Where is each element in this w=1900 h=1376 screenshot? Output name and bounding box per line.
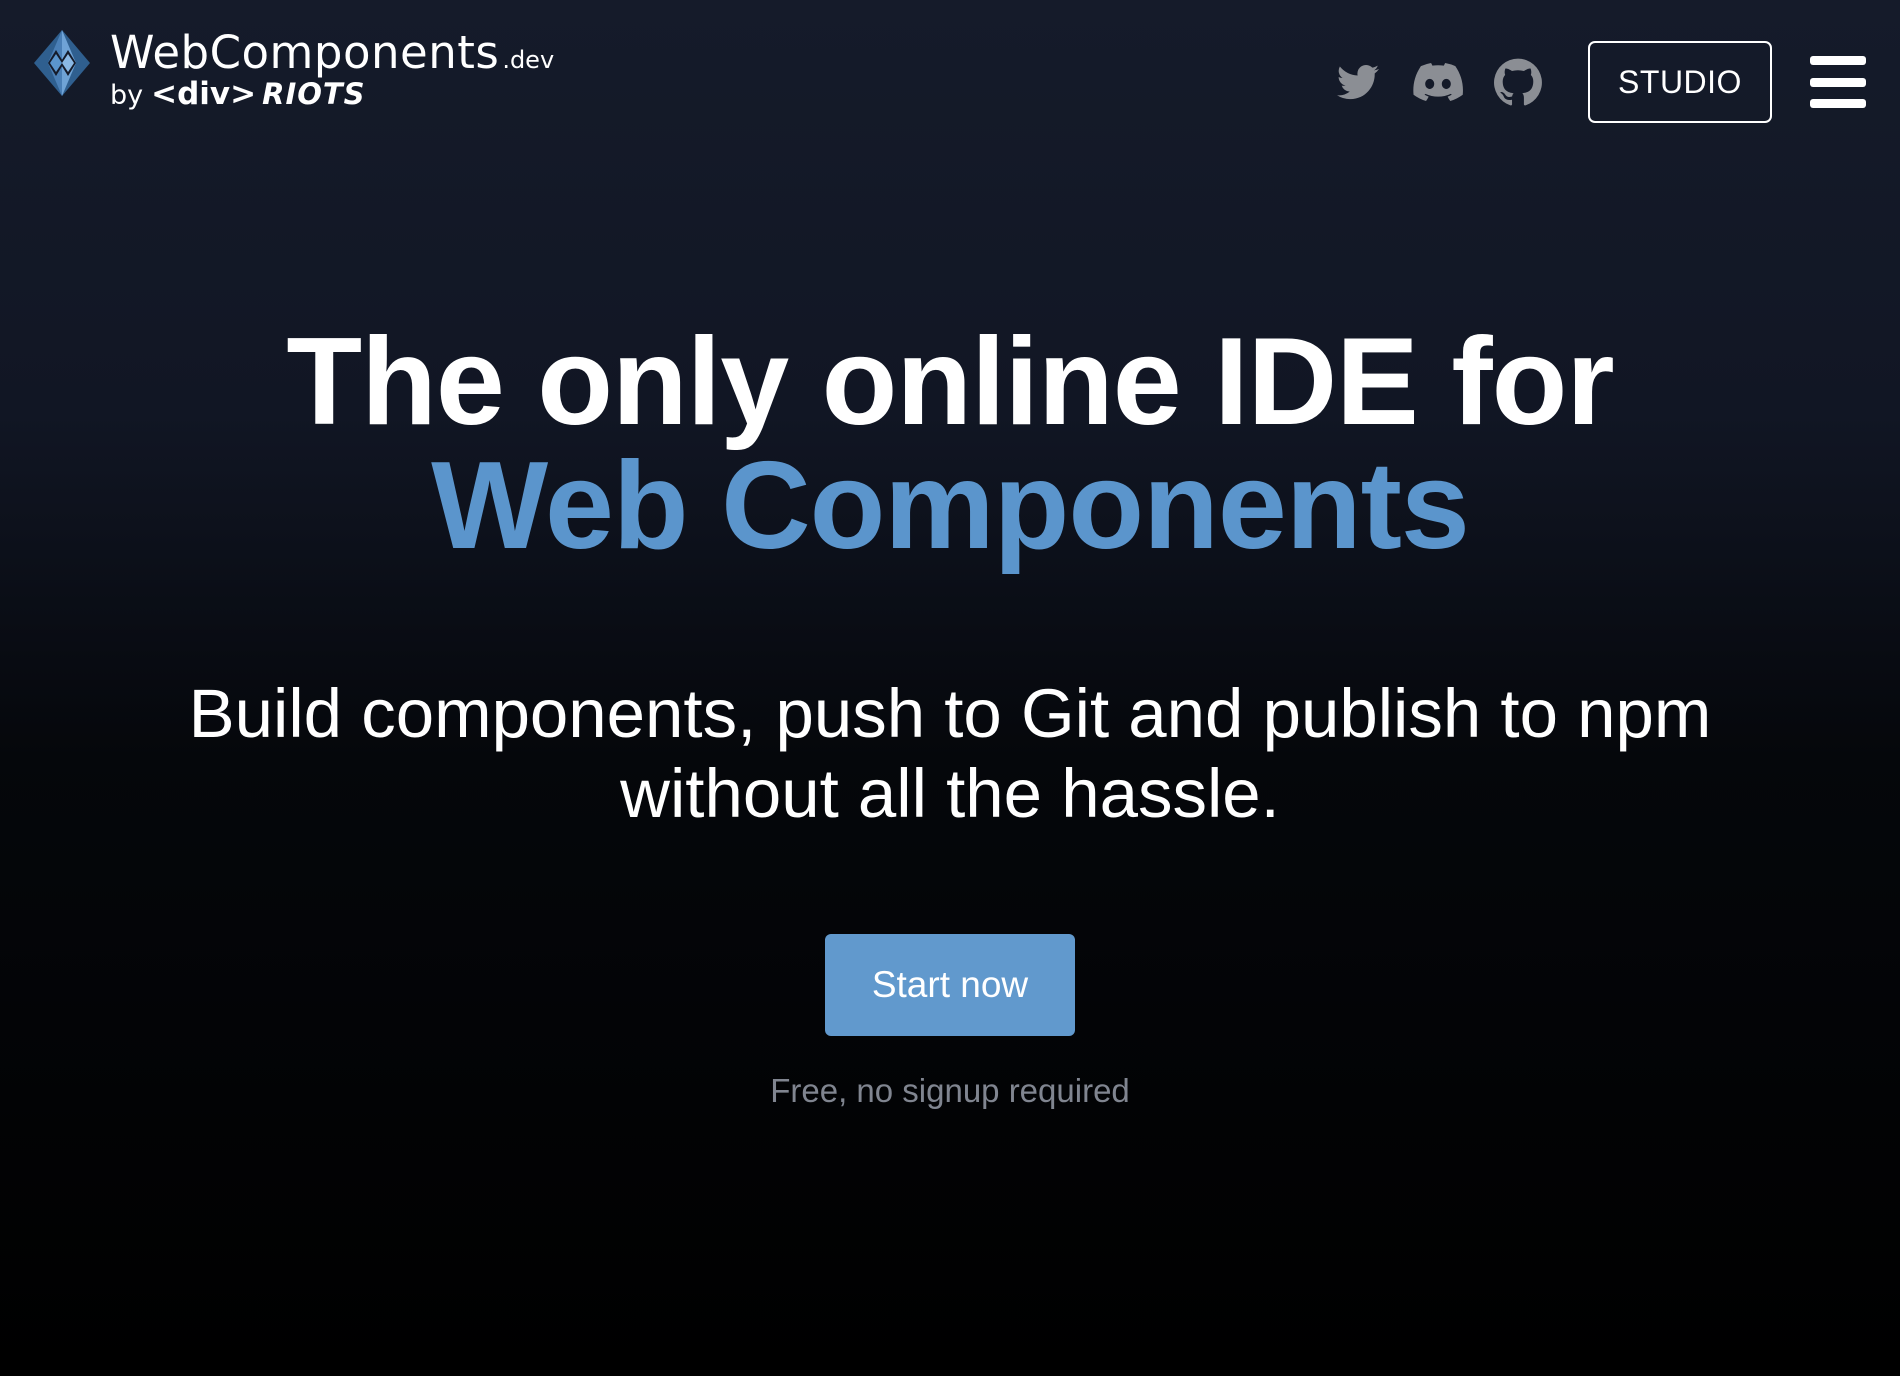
brand-name: WebComponents: [110, 26, 500, 79]
hero-title-line1: The only online IDE for: [286, 313, 1614, 451]
brand-name-row: WebComponents .dev: [110, 30, 554, 75]
brand-by-text: by: [110, 80, 144, 111]
hamburger-menu-icon[interactable]: [1810, 56, 1866, 108]
hero-title-accent: Web Components: [431, 437, 1470, 575]
header-nav: STUDIO: [1332, 40, 1866, 124]
discord-icon[interactable]: [1412, 56, 1464, 108]
brand-text: WebComponents .dev by <div> RIOTS: [110, 30, 554, 110]
menu-bar: [1810, 56, 1866, 65]
webcomponents-logo-icon: [34, 30, 90, 96]
cta-note: Free, no signup required: [770, 1072, 1130, 1109]
hero-section: The only online IDE for Web Components B…: [0, 320, 1900, 834]
hero-title: The only online IDE for Web Components: [0, 320, 1900, 568]
brand-byline: by <div> RIOTS: [110, 79, 554, 110]
menu-bar: [1810, 99, 1866, 108]
brand-logo-link[interactable]: WebComponents .dev by <div> RIOTS: [34, 30, 554, 110]
github-icon[interactable]: [1492, 56, 1544, 108]
site-header: WebComponents .dev by <div> RIOTS STUDIO: [0, 0, 1900, 165]
hero-subtitle: Build components, push to Git and publis…: [188, 675, 1712, 832]
twitter-icon[interactable]: [1332, 56, 1384, 108]
menu-bar: [1810, 77, 1866, 87]
start-now-button[interactable]: Start now: [825, 934, 1075, 1036]
brand-riots-mark: RIOTS: [262, 77, 366, 111]
studio-button[interactable]: STUDIO: [1588, 41, 1772, 123]
brand-tld: .dev: [502, 46, 555, 74]
brand-div-mark: <div>: [151, 76, 257, 112]
